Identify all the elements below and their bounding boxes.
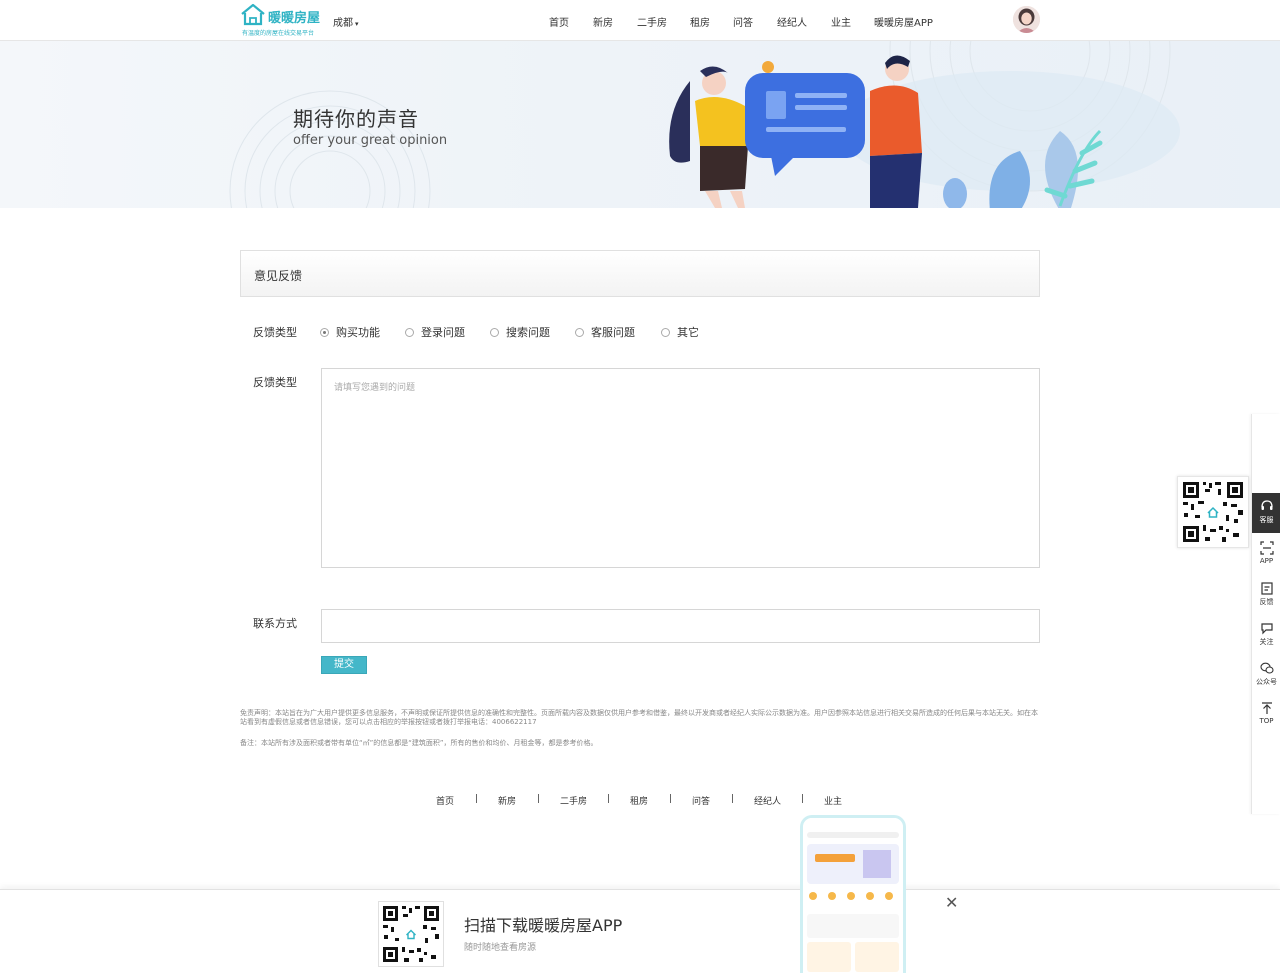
- footer-nav: 首页 | 新房 | 二手房 | 租房 | 问答 | 经纪人 | 业主: [0, 794, 1280, 807]
- footer-separator: |: [801, 794, 805, 804]
- main-nav: 首页 新房 二手房 租房 问答 经纪人 业主 暖暖房屋APP: [0, 14, 1280, 29]
- edit-icon: [1260, 582, 1273, 595]
- wechat-icon: [1259, 662, 1274, 674]
- footer-link-rent[interactable]: 租房: [630, 794, 648, 807]
- radio-other[interactable]: 其它: [661, 324, 699, 340]
- submit-button[interactable]: 提交: [321, 656, 367, 674]
- radio-label: 客服问题: [591, 326, 635, 339]
- download-qr: [378, 901, 444, 967]
- footer-link-home[interactable]: 首页: [436, 794, 454, 807]
- nav-owners[interactable]: 业主: [831, 14, 851, 29]
- disclaimer-text: 免责声明：本站旨在为广大用户提供更多信息服务，不声明或保证所提供信息的准确性和完…: [240, 709, 1038, 726]
- radio-search[interactable]: 搜索问题: [490, 324, 550, 340]
- banner-illustration: [229, 41, 1180, 208]
- qr-code-icon: [1178, 477, 1248, 547]
- sidebar-label: 公众号: [1256, 678, 1277, 686]
- sidebar-item-service[interactable]: 客服: [1252, 493, 1280, 533]
- sidebar-label: 关注: [1259, 638, 1274, 646]
- download-title: 扫描下载暖暖房屋APP: [464, 916, 623, 935]
- app-screenshot-image: [803, 818, 903, 973]
- radio-dot-icon: [575, 327, 584, 337]
- footer-link-agents[interactable]: 经纪人: [754, 794, 781, 807]
- radio-service[interactable]: 客服问题: [575, 324, 635, 340]
- sidebar-item-feedback[interactable]: 反馈: [1252, 575, 1280, 615]
- app-download-bar: 扫描下载暖暖房屋APP 随时随地查看房源 ✕: [0, 889, 1280, 973]
- page-root: 暖暖房屋 有温度的房屋在线交易平台 成都 ▾ 首页 新房 二手房 租房 问答 经纪…: [0, 0, 1280, 973]
- nav-new-homes[interactable]: 新房: [593, 14, 613, 29]
- radio-dot-icon: [661, 327, 670, 337]
- footer-link-second-hand[interactable]: 二手房: [560, 794, 587, 807]
- note-text: 备注：本站所有涉及面积或者带有单位“㎡”的信息都是“建筑面积”，所有的售价和均价…: [240, 739, 598, 747]
- nav-second-hand[interactable]: 二手房: [637, 14, 667, 29]
- sidebar-item-follow[interactable]: 关注: [1252, 615, 1280, 655]
- footer-link-owners[interactable]: 业主: [824, 794, 842, 807]
- radio-purchase[interactable]: 购买功能: [320, 324, 380, 340]
- scan-icon: [1259, 541, 1274, 555]
- avatar-image: [1013, 6, 1040, 33]
- right-sidebar: 客服 APP 反馈 关注 公众号 TOP: [1251, 414, 1280, 814]
- nav-app[interactable]: 暖暖房屋APP: [874, 14, 933, 29]
- feedback-content-label: 反馈类型: [253, 376, 297, 389]
- feedback-panel-header: 意见反馈: [240, 250, 1040, 297]
- panel-title: 意见反馈: [254, 269, 303, 283]
- contact-label: 联系方式: [253, 617, 297, 630]
- radio-login[interactable]: 登录问题: [405, 324, 465, 340]
- sidebar-item-wechat[interactable]: 公众号: [1252, 655, 1280, 695]
- footer-separator: |: [607, 794, 611, 804]
- footer-separator: |: [537, 794, 541, 804]
- close-icon[interactable]: ✕: [945, 895, 958, 911]
- footer-link-new-homes[interactable]: 新房: [498, 794, 516, 807]
- footer-separator: |: [475, 794, 479, 804]
- feedback-textarea[interactable]: [321, 368, 1040, 568]
- sidebar-item-top[interactable]: TOP: [1252, 695, 1280, 735]
- qr-code-icon: [379, 902, 443, 966]
- nav-home[interactable]: 首页: [549, 14, 569, 29]
- sidebar-label: APP: [1259, 557, 1274, 565]
- hero-banner: 期待你的声音 offer your great opinion: [0, 41, 1280, 208]
- radio-label: 购买功能: [336, 326, 380, 339]
- footer-separator: |: [731, 794, 735, 804]
- sidebar-label: 反馈: [1259, 598, 1274, 606]
- headset-icon: [1260, 500, 1273, 510]
- banner-title: 期待你的声音: [293, 107, 419, 131]
- radio-dot-icon: [490, 327, 499, 337]
- footer-link-qa[interactable]: 问答: [692, 794, 710, 807]
- sidebar-qr-popup: [1177, 476, 1249, 548]
- radio-label: 其它: [677, 326, 699, 339]
- banner-subtitle: offer your great opinion: [293, 133, 448, 148]
- arrow-up-icon: [1261, 702, 1272, 714]
- app-phone-mockup: [800, 815, 906, 973]
- contact-input[interactable]: [321, 609, 1040, 643]
- top-header: 暖暖房屋 有温度的房屋在线交易平台 成都 ▾ 首页 新房 二手房 租房 问答 经纪…: [0, 0, 1280, 41]
- radio-dot-icon: [405, 327, 414, 337]
- sidebar-label: 客服: [1259, 516, 1274, 524]
- footer-separator: |: [669, 794, 673, 804]
- sidebar-label: TOP: [1259, 717, 1274, 725]
- logo-tagline: 有温度的房屋在线交易平台: [242, 30, 315, 37]
- radio-dot-icon: [320, 327, 329, 337]
- heart-chat-icon: [1260, 623, 1273, 635]
- radio-label: 登录问题: [421, 326, 465, 339]
- nav-agents[interactable]: 经纪人: [777, 14, 807, 29]
- nav-rent[interactable]: 租房: [690, 14, 710, 29]
- user-avatar[interactable]: [1013, 6, 1040, 33]
- sidebar-item-app[interactable]: APP: [1252, 535, 1280, 575]
- download-subtitle: 随时随地查看房源: [464, 943, 537, 953]
- feedback-type-radio-group: 购买功能 登录问题 搜索问题 客服问题 其它: [0, 324, 1280, 340]
- radio-label: 搜索问题: [506, 326, 550, 339]
- nav-qa[interactable]: 问答: [733, 14, 753, 29]
